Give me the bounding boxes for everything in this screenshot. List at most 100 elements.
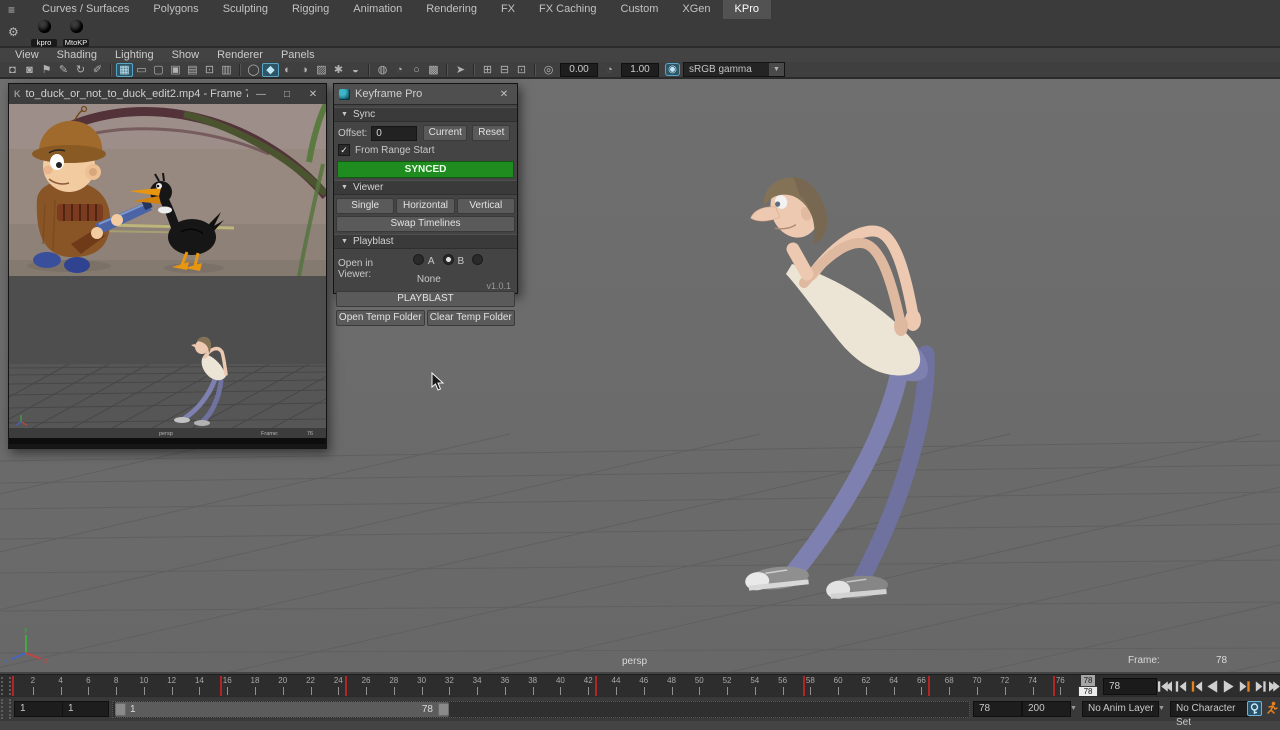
safe-title-icon[interactable]: ▥ bbox=[218, 63, 235, 77]
2d-pan-zoom-icon[interactable]: ↻ bbox=[72, 63, 89, 77]
shelf-button-mtokp[interactable]: MtoKP bbox=[62, 20, 90, 47]
shelf-tab-animation[interactable]: Animation bbox=[341, 0, 414, 19]
gamma-field[interactable]: 1.00 bbox=[621, 63, 659, 77]
timeline-grip[interactable] bbox=[1, 677, 11, 695]
animation-start-field[interactable]: 1 bbox=[14, 701, 63, 717]
range-grip[interactable] bbox=[1, 699, 11, 719]
viewer-section-header[interactable]: ▼ Viewer bbox=[334, 180, 517, 195]
shelf-tab-rendering[interactable]: Rendering bbox=[414, 0, 489, 19]
single-viewer-button[interactable]: Single bbox=[336, 198, 394, 214]
lock-camera-icon[interactable]: ◙ bbox=[21, 63, 38, 77]
select-camera-icon[interactable]: ◘ bbox=[4, 63, 21, 77]
reset-button[interactable]: Reset bbox=[472, 125, 510, 141]
shelf-tab-sculpting[interactable]: Sculpting bbox=[211, 0, 280, 19]
gate-mask-icon[interactable]: ▣ bbox=[167, 63, 184, 77]
animation-preferences-button[interactable] bbox=[1265, 701, 1279, 716]
synced-status-button[interactable]: SYNCED bbox=[337, 161, 514, 178]
shelf-menu-icon[interactable]: ≡ bbox=[8, 4, 15, 16]
keyframe-pro-window[interactable]: Keyframe Pro ✕ ▼ Sync Offset: 0 Current … bbox=[333, 83, 518, 294]
step-forward-frame-button[interactable] bbox=[1237, 678, 1252, 694]
view-transform-dropdown[interactable]: sRGB gamma ▼ bbox=[683, 62, 785, 77]
current-time-field[interactable]: 78 bbox=[1103, 678, 1157, 695]
chevron-down-icon[interactable]: ▼ bbox=[1158, 705, 1165, 712]
panel-menu-panels[interactable]: Panels bbox=[272, 48, 324, 62]
playback-range-bar[interactable]: 1 78 bbox=[115, 702, 449, 717]
auto-keyframe-toggle[interactable] bbox=[1247, 701, 1262, 716]
use-all-lights-icon[interactable]: ✱ bbox=[330, 63, 347, 77]
play-forwards-button[interactable] bbox=[1221, 678, 1236, 694]
panel-menu-lighting[interactable]: Lighting bbox=[106, 48, 163, 62]
swap-timelines-button[interactable]: Swap Timelines bbox=[336, 216, 515, 232]
time-slider[interactable]: 2468101214161820222426283032343638404244… bbox=[12, 675, 1095, 697]
view-transform-button[interactable]: ◉ bbox=[665, 63, 680, 76]
shelf-tab-xgen[interactable]: XGen bbox=[670, 0, 722, 19]
image-plane-icon[interactable]: ✎ bbox=[55, 63, 72, 77]
shelf-tab-custom[interactable]: Custom bbox=[609, 0, 671, 19]
character-3d-model[interactable] bbox=[742, 169, 928, 600]
close-icon[interactable]: ✕ bbox=[491, 89, 517, 100]
playblast-button[interactable]: PLAYBLAST bbox=[336, 291, 515, 307]
range-end-handle[interactable] bbox=[438, 703, 449, 716]
character-set-field[interactable]: No Character Set bbox=[1170, 701, 1249, 717]
pane-layout-icon[interactable]: ⊟ bbox=[496, 63, 513, 77]
open-temp-folder-button[interactable]: Open Temp Folder bbox=[336, 310, 425, 326]
gamma-icon[interactable]: ◔ bbox=[601, 63, 618, 77]
video-window-titlebar[interactable]: K to_duck_or_not_to_duck_edit2.mp4 - Fra… bbox=[9, 84, 326, 105]
horizontal-viewer-button[interactable]: Horizontal bbox=[396, 198, 454, 214]
panel-menu-show[interactable]: Show bbox=[163, 48, 209, 62]
single-pane-icon[interactable]: ⊡ bbox=[513, 63, 530, 77]
shaded-icon[interactable]: ◆ bbox=[262, 63, 279, 77]
shelf-tab-curves-surfaces[interactable]: Curves / Surfaces bbox=[30, 0, 141, 19]
flat-shade-icon[interactable]: ◐ bbox=[279, 63, 296, 77]
step-back-key-button[interactable] bbox=[1173, 678, 1188, 694]
separate-panel-icon[interactable]: ⊞ bbox=[479, 63, 496, 77]
wireframe-on-shaded-icon[interactable]: ◑ bbox=[296, 63, 313, 77]
go-to-end-button[interactable] bbox=[1269, 678, 1280, 694]
exposure-field[interactable]: 0.00 bbox=[560, 63, 598, 77]
animation-end-field[interactable]: 200 bbox=[1022, 701, 1071, 717]
shelf-tab-fx-caching[interactable]: FX Caching bbox=[527, 0, 608, 19]
textured-icon[interactable]: ▨ bbox=[313, 63, 330, 77]
playblast-video-frame[interactable]: persp Frame: 76 bbox=[9, 276, 326, 444]
shelf-button-kpro[interactable]: kpro bbox=[30, 20, 58, 47]
clear-temp-folder-button[interactable]: Clear Temp Folder bbox=[427, 310, 516, 326]
playback-start-field[interactable]: 1 bbox=[62, 701, 109, 717]
maximize-button[interactable]: □ bbox=[274, 89, 300, 100]
grid-icon[interactable]: ▦ bbox=[116, 63, 133, 77]
video-reference-window[interactable]: K to_duck_or_not_to_duck_edit2.mp4 - Fra… bbox=[8, 83, 327, 449]
minimize-button[interactable]: — bbox=[248, 89, 274, 100]
grease-pencil-icon[interactable]: ✐ bbox=[89, 63, 106, 77]
anim-layer-field[interactable]: No Anim Layer bbox=[1082, 701, 1159, 717]
resolution-gate-icon[interactable]: ▢ bbox=[150, 63, 167, 77]
open-in-viewer-radio-b[interactable] bbox=[443, 254, 454, 265]
step-back-frame-button[interactable] bbox=[1189, 678, 1204, 694]
field-chart-icon[interactable]: ▤ bbox=[184, 63, 201, 77]
shelf-tab-polygons[interactable]: Polygons bbox=[141, 0, 210, 19]
close-button[interactable]: ✕ bbox=[300, 89, 326, 100]
keyframe-pro-titlebar[interactable]: Keyframe Pro ✕ bbox=[334, 84, 517, 105]
shelf-tab-rigging[interactable]: Rigging bbox=[280, 0, 341, 19]
current-frame-indicator[interactable]: 7878 bbox=[1081, 675, 1095, 697]
panel-menu-renderer[interactable]: Renderer bbox=[208, 48, 272, 62]
backface-culling-icon[interactable]: ○ bbox=[408, 63, 425, 77]
xray-icon[interactable]: ◔ bbox=[391, 63, 408, 77]
range-slider-track[interactable]: 1 78 bbox=[112, 701, 970, 718]
chevron-down-icon[interactable]: ▼ bbox=[769, 63, 784, 76]
shadows-icon[interactable]: ◒ bbox=[347, 63, 364, 77]
vertical-viewer-button[interactable]: Vertical bbox=[457, 198, 515, 214]
range-start-handle[interactable] bbox=[115, 703, 126, 716]
smooth-wireframe-icon[interactable]: ▩ bbox=[425, 63, 442, 77]
isolate-select-icon[interactable]: ➤ bbox=[452, 63, 469, 77]
open-in-viewer-radio-a[interactable] bbox=[413, 254, 424, 265]
playback-end-field[interactable]: 78 bbox=[973, 701, 1022, 717]
from-range-start-checkbox[interactable]: ✓ bbox=[338, 144, 350, 156]
sync-section-header[interactable]: ▼ Sync bbox=[334, 107, 517, 122]
step-forward-key-button[interactable] bbox=[1253, 678, 1268, 694]
chevron-down-icon[interactable]: ▼ bbox=[1070, 705, 1077, 712]
open-in-viewer-radio-none[interactable] bbox=[472, 254, 483, 265]
bookmark-icon[interactable]: ⚑ bbox=[38, 63, 55, 77]
shelf-gear-icon[interactable]: ⚙ bbox=[8, 26, 19, 38]
offset-input[interactable]: 0 bbox=[371, 126, 417, 141]
panel-menu-shading[interactable]: Shading bbox=[48, 48, 106, 62]
default-material-icon[interactable]: ◍ bbox=[374, 63, 391, 77]
